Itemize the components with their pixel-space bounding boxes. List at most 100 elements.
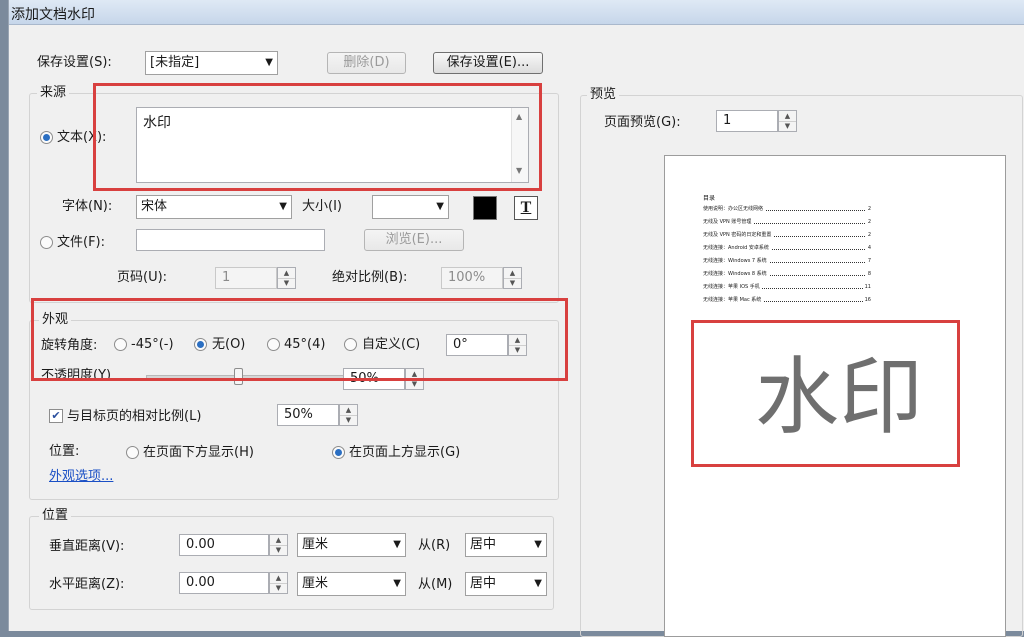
toc-entry-text: 无线连接：Windows 8 系统	[703, 271, 769, 277]
page-preview-label: 页面预览(G):	[604, 115, 681, 130]
save-settings-combo[interactable]: [未指定] ▼	[145, 51, 278, 75]
page-number-label: 页码(U):	[117, 270, 168, 285]
toc-entry-text: 无线连接：苹果 Mac 系统	[703, 297, 764, 303]
vertical-unit-combo[interactable]: 厘米 ▼	[297, 533, 406, 557]
toc-line: 无线连接：Windows 8 系统 8	[703, 269, 871, 279]
page-number-spinner[interactable]: ▲ ▼	[277, 267, 296, 289]
relative-scale-checkbox[interactable]: ✔	[49, 409, 63, 423]
toc-line: 无线连接：Android 安卓系统 4	[703, 243, 871, 253]
color-swatch[interactable]	[473, 196, 497, 220]
toc-entry-text: 无线及 VPN 密码的日定和重置	[703, 232, 774, 238]
vertical-from-value: 居中	[470, 537, 497, 552]
delete-button[interactable]: 删除(D)	[327, 52, 406, 74]
toc-entry-text: 无线连接：Android 安卓系统	[703, 245, 771, 251]
chevron-down-icon: ▼	[534, 539, 542, 550]
vertical-distance-value: 0.00	[186, 537, 215, 552]
horizontal-unit-combo[interactable]: 厘米 ▼	[297, 572, 406, 596]
page-preview-field[interactable]: 1	[716, 110, 778, 132]
size-label: 大小(I)	[302, 199, 342, 214]
toc-line: 无线连接：Windows 7 系统 7	[703, 256, 871, 266]
page-number-value: 1	[222, 270, 231, 285]
on-top-radio[interactable]	[332, 446, 345, 459]
toc-line: 使用说明：办公区无线网络 2	[703, 204, 871, 214]
relative-scale-spinner[interactable]: ▲ ▼	[339, 404, 358, 426]
page-preview-spinner[interactable]: ▲ ▼	[778, 110, 797, 132]
toc-title: 目录	[703, 195, 716, 202]
toc-entry-page: 2	[865, 204, 871, 214]
vertical-from-label: 从(R)	[418, 538, 451, 553]
font-label: 字体(N):	[62, 199, 113, 214]
chevron-down-icon: ▼	[393, 539, 401, 550]
absolute-scale-label: 绝对比例(B):	[332, 270, 408, 285]
on-top-label: 在页面上方显示(G)	[349, 445, 461, 460]
horizontal-from-label: 从(M)	[418, 577, 453, 592]
vertical-distance-label: 垂直距离(V):	[49, 539, 125, 554]
toc-entry-page: 4	[865, 243, 871, 253]
chevron-down-icon: ▼	[393, 578, 401, 589]
relative-scale-field[interactable]: 50%	[277, 404, 339, 426]
title-bar: 添加文档水印	[9, 0, 1024, 25]
vertical-unit-value: 厘米	[302, 537, 329, 552]
spin-down-icon[interactable]: ▼	[340, 415, 357, 425]
highlight-text-source	[93, 83, 542, 191]
spin-down-icon[interactable]: ▼	[270, 545, 287, 555]
horizontal-distance-label: 水平距离(Z):	[49, 577, 125, 592]
toc-line: 无线及 VPN 密码的日定和重置 2	[703, 230, 871, 240]
spin-down-icon[interactable]: ▼	[270, 583, 287, 593]
font-combo[interactable]: 宋体 ▼	[136, 195, 292, 219]
file-path-field[interactable]	[136, 229, 325, 251]
font-value: 宋体	[141, 199, 168, 214]
page-preview-value: 1	[723, 113, 732, 128]
horizontal-distance-spinner[interactable]: ▲ ▼	[269, 572, 288, 594]
size-combo[interactable]: ▼	[372, 195, 449, 219]
toc-entry-page: 11	[862, 282, 871, 292]
preview-group-title: 预览	[587, 87, 620, 103]
horizontal-distance-value: 0.00	[186, 575, 215, 590]
add-watermark-dialog: 添加文档水印 保存设置(S): [未指定] ▼ 删除(D) 保存设置(E)...…	[8, 0, 1024, 637]
browse-button[interactable]: 浏览(E)...	[364, 229, 464, 251]
toc-entry-text: 无线连接：Windows 7 系统	[703, 258, 769, 264]
toc-line: 无线连接：苹果 IOS 手机 11	[703, 282, 871, 292]
spin-down-icon[interactable]: ▼	[779, 121, 796, 131]
text-radio[interactable]	[40, 131, 53, 144]
toc-entry-page: 16	[862, 295, 871, 305]
toc-entry-text: 无线连接：苹果 IOS 手机	[703, 284, 762, 290]
vertical-distance-spinner[interactable]: ▲ ▼	[269, 534, 288, 556]
horizontal-from-value: 居中	[470, 576, 497, 591]
relative-scale-value: 50%	[284, 407, 313, 422]
toc-entry-page: 2	[865, 217, 871, 227]
absolute-scale-field[interactable]: 100%	[441, 267, 503, 289]
position-group-title: 位置	[39, 508, 72, 524]
text-format-icon[interactable]: T	[514, 196, 538, 220]
toc-entry-page: 8	[865, 269, 871, 279]
behind-page-radio[interactable]	[126, 446, 139, 459]
spin-down-icon[interactable]: ▼	[278, 278, 295, 288]
save-settings-button[interactable]: 保存设置(E)...	[433, 52, 543, 74]
window-title: 添加文档水印	[11, 7, 95, 23]
spin-down-icon[interactable]: ▼	[504, 278, 521, 288]
chevron-down-icon: ▼	[436, 201, 444, 212]
behind-page-label: 在页面下方显示(H)	[143, 445, 254, 460]
toc-entry-page: 7	[865, 256, 871, 266]
highlight-watermark-preview	[691, 320, 960, 467]
page-number-field[interactable]: 1	[215, 267, 277, 289]
toc-line: 无线连接：苹果 Mac 系统 16	[703, 295, 871, 305]
toc-entry-text: 使用说明：办公区无线网络	[703, 206, 766, 212]
save-settings-value: [未指定]	[150, 55, 200, 70]
toc-entry-text: 无线及 VPN 账号管理	[703, 219, 754, 225]
file-radio[interactable]	[40, 236, 53, 249]
file-radio-label: 文件(F):	[57, 235, 106, 250]
chevron-down-icon: ▼	[265, 57, 273, 68]
vertical-from-combo[interactable]: 居中 ▼	[465, 533, 547, 557]
highlight-appearance	[31, 298, 568, 381]
chevron-down-icon: ▼	[534, 578, 542, 589]
absolute-scale-spinner[interactable]: ▲ ▼	[503, 267, 522, 289]
horizontal-from-combo[interactable]: 居中 ▼	[465, 572, 547, 596]
toc-line: 无线及 VPN 账号管理 2	[703, 217, 871, 227]
toc-entry-page: 2	[865, 230, 871, 240]
horizontal-distance-field[interactable]: 0.00	[179, 572, 269, 594]
chevron-down-icon: ▼	[279, 201, 287, 212]
vertical-distance-field[interactable]: 0.00	[179, 534, 269, 556]
relative-scale-label: 与目标页的相对比例(L)	[67, 409, 202, 424]
appearance-options-link[interactable]: 外观选项...	[49, 469, 113, 485]
